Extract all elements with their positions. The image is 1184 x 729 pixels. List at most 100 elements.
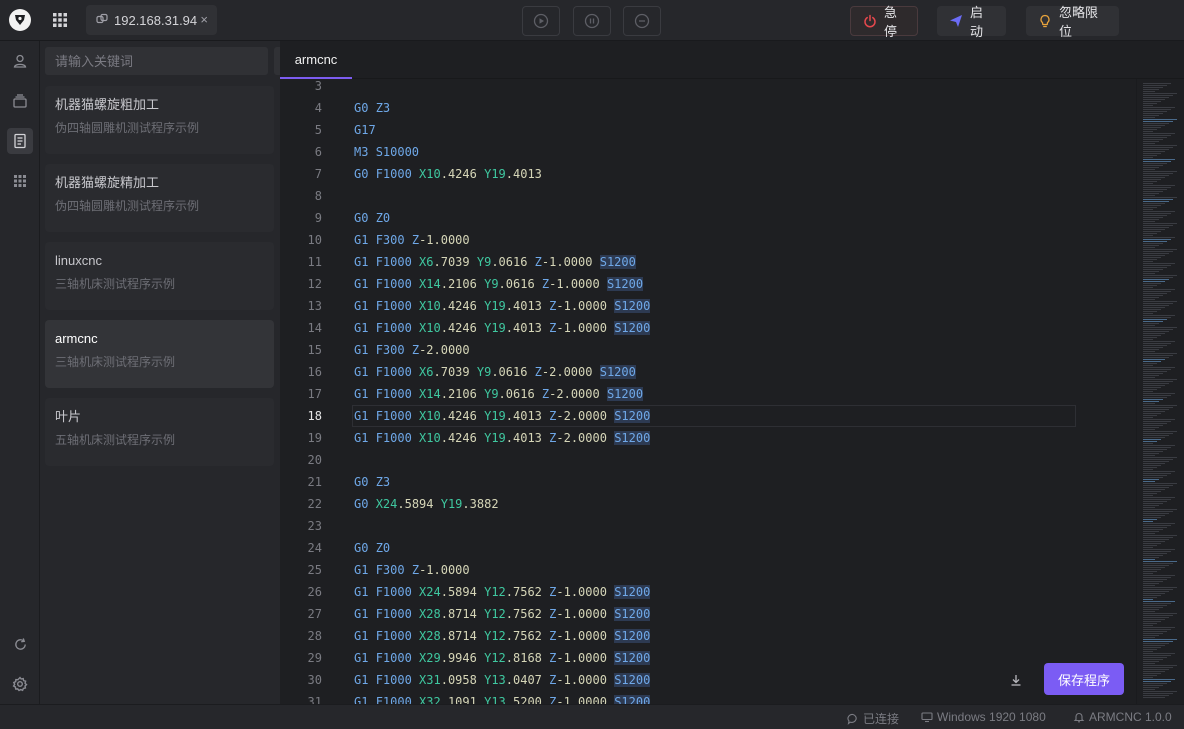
code-line[interactable]: 29 G1 F1000 X29.9946 Y12.8168 Z-1.0000 S1… — [280, 647, 1136, 669]
search-input[interactable] — [45, 47, 268, 75]
pause-button[interactable] — [573, 6, 611, 36]
code-line[interactable]: 12 G1 F1000 X14.2106 Y9.0616 Z-1.0000 S12… — [280, 273, 1136, 295]
code-line[interactable]: 5 G17 — [280, 119, 1136, 141]
version-info: ARMCNC 1.0.0 — [1073, 710, 1172, 724]
code-line[interactable]: 16 G1 F1000 X6.7039 Y9.0616 Z-2.0000 S120… — [280, 361, 1136, 383]
line-number: 25 — [307, 563, 322, 577]
ignore-limits-button[interactable]: 忽略限位 — [1026, 5, 1119, 39]
start-button[interactable]: 启动 — [937, 5, 1006, 39]
code-line[interactable]: 24 G0 Z0 — [280, 537, 1136, 559]
close-tab-icon[interactable]: × — [200, 12, 208, 27]
code-line[interactable]: 23 — [280, 515, 1136, 537]
line-number: 14 — [307, 321, 322, 335]
program-item-active[interactable]: armcnc 三轴机床测试程序示例 — [45, 320, 274, 388]
program-item[interactable]: 机器猫螺旋精加工 伪四轴圆雕机测试程序示例 — [45, 164, 274, 232]
platform-label: Windows 1920 1080 — [937, 710, 1046, 724]
code-text: G1 F1000 X6.7039 Y9.0616 Z-2.0000 S1200 — [354, 365, 636, 379]
code-line[interactable]: 17 G1 F1000 X14.2106 Y9.0616 Z-2.0000 S12… — [280, 383, 1136, 405]
program-item[interactable]: 叶片 五轴机床测试程序示例 — [45, 398, 274, 466]
chat-bubble-icon — [847, 713, 857, 725]
line-number: 24 — [307, 541, 322, 555]
code-text: G1 F300 Z-2.0000 — [354, 343, 470, 357]
line-number: 31 — [307, 695, 322, 704]
code-text: G1 F1000 X31.0958 Y13.0407 Z-1.0000 S120… — [354, 673, 651, 687]
user-icon[interactable] — [7, 48, 33, 74]
code-line[interactable]: 25 G1 F300 Z-1.0000 — [280, 559, 1136, 581]
code-line[interactable]: 6 M3 S10000 — [280, 141, 1136, 163]
line-number: 7 — [314, 167, 322, 181]
line-number: 10 — [307, 233, 322, 247]
code-line[interactable]: 7 G0 F1000 X10.4246 Y19.4013 — [280, 163, 1136, 185]
code-line[interactable]: 27 G1 F1000 X28.8714 Y12.7562 Z-1.0000 S1… — [280, 603, 1136, 625]
apps-grid-icon[interactable] — [7, 168, 33, 194]
code-line[interactable]: 3 — [280, 79, 1136, 97]
program-item[interactable]: 机器猫螺旋粗加工 伪四轴圆雕机测试程序示例 — [45, 86, 274, 154]
code-line[interactable]: 14 G1 F1000 X10.4246 Y19.4013 Z-1.0000 S1… — [280, 317, 1136, 339]
code-minimap[interactable] — [1136, 79, 1184, 704]
line-number: 9 — [314, 211, 322, 225]
send-icon — [949, 14, 963, 28]
code-text: G1 F1000 X6.7039 Y9.0616 Z-1.0000 S1200 — [354, 255, 636, 269]
code-text: G0 F1000 X10.4246 Y19.4013 — [354, 167, 542, 181]
line-number: 28 — [307, 629, 322, 643]
document-icon[interactable] — [7, 128, 33, 154]
code-text: G17 — [354, 123, 376, 137]
status-bar: 已连接 Windows 1920 1080 ARMCNC 1.0.0 — [0, 704, 1184, 729]
play-icon — [533, 13, 549, 29]
code-text: G1 F1000 X10.4246 Y19.4013 Z-2.0000 S120… — [354, 431, 651, 445]
settings-gear-icon[interactable] — [7, 671, 33, 697]
code-line[interactable]: 28 G1 F1000 X28.8714 Y12.7562 Z-1.0000 S1… — [280, 625, 1136, 647]
code-line[interactable]: 11 G1 F1000 X6.7039 Y9.0616 Z-1.0000 S120… — [280, 251, 1136, 273]
line-number: 26 — [307, 585, 322, 599]
stack-icon[interactable] — [7, 88, 33, 114]
program-item[interactable]: linuxcnc 三轴机床测试程序示例 — [45, 242, 274, 310]
code-text: G1 F1000 X10.4246 Y19.4013 Z-1.0000 S120… — [354, 299, 651, 313]
code-text: G1 F1000 X29.9946 Y12.8168 Z-1.0000 S120… — [354, 651, 651, 665]
program-list-panel: 机器猫螺旋粗加工 伪四轴圆雕机测试程序示例 机器猫螺旋精加工 伪四轴圆雕机测试程… — [40, 41, 312, 704]
code-line[interactable]: 20 — [280, 449, 1136, 471]
code-line[interactable]: 22 G0 X24.5894 Y19.3882 — [280, 493, 1136, 515]
code-text: G1 F1000 X14.2106 Y9.0616 Z-1.0000 S1200 — [354, 277, 644, 291]
code-line[interactable]: 21 G0 Z3 — [280, 471, 1136, 493]
code-line[interactable]: 10 G1 F300 Z-1.0000 — [280, 229, 1136, 251]
editor-tab-armcnc[interactable]: armcnc — [280, 41, 352, 79]
code-line[interactable]: 18 G1 F1000 X10.4246 Y19.4013 Z-2.0000 S1… — [280, 405, 1136, 427]
code-line[interactable]: 19 G1 F1000 X10.4246 Y19.4013 Z-2.0000 S1… — [280, 427, 1136, 449]
code-line[interactable]: 13 G1 F1000 X10.4246 Y19.4013 Z-1.0000 S1… — [280, 295, 1136, 317]
code-line[interactable]: 8 — [280, 185, 1136, 207]
code-line[interactable]: 26 G1 F1000 X24.5894 Y12.7562 Z-1.0000 S1… — [280, 581, 1136, 603]
apps-grid-icon[interactable] — [51, 11, 69, 29]
gcode-editor[interactable]: 3 4 G0 Z3 5 G17 6 M3 S10000 7 G0 F1000 X10.4246 … — [280, 79, 1136, 704]
version-label: ARMCNC 1.0.0 — [1089, 710, 1172, 724]
line-number: 8 — [314, 189, 322, 203]
code-text: M3 S10000 — [354, 145, 420, 159]
download-icon — [1011, 675, 1021, 686]
code-line[interactable]: 9 G0 Z0 — [280, 207, 1136, 229]
code-line[interactable]: 4 G0 Z3 — [280, 97, 1136, 119]
program-name: armcnc — [55, 331, 98, 346]
host-tab[interactable]: 192.168.31.94 × — [86, 5, 217, 35]
code-line[interactable]: 15 G1 F300 Z-2.0000 — [280, 339, 1136, 361]
code-text: G0 X24.5894 Y19.3882 — [354, 497, 499, 511]
app-logo-icon[interactable] — [9, 9, 31, 31]
emergency-stop-button[interactable]: 急停 — [850, 5, 918, 39]
save-program-button[interactable]: 保存程序 — [1044, 663, 1124, 695]
program-name: 机器猫螺旋粗加工 — [55, 97, 160, 112]
line-number: 17 — [307, 387, 322, 401]
line-number: 20 — [307, 453, 322, 467]
code-text: G1 F1000 X28.8714 Y12.7562 Z-1.0000 S120… — [354, 629, 651, 643]
line-number: 5 — [314, 123, 322, 137]
stop-icon — [634, 13, 650, 29]
stop-button[interactable] — [623, 6, 661, 36]
line-number: 29 — [307, 651, 322, 665]
code-text: G0 Z0 — [354, 541, 391, 555]
line-number: 16 — [307, 365, 322, 379]
code-text: G0 Z3 — [354, 475, 391, 489]
line-number: 19 — [307, 431, 322, 445]
download-button[interactable] — [1004, 668, 1028, 692]
play-button[interactable] — [522, 6, 560, 36]
refresh-icon[interactable] — [7, 631, 33, 657]
line-number: 21 — [307, 475, 322, 489]
code-line[interactable]: 31 G1 F1000 X32.1091 Y13.5200 Z-1.0000 S1… — [280, 691, 1136, 704]
line-number: 3 — [314, 79, 322, 93]
